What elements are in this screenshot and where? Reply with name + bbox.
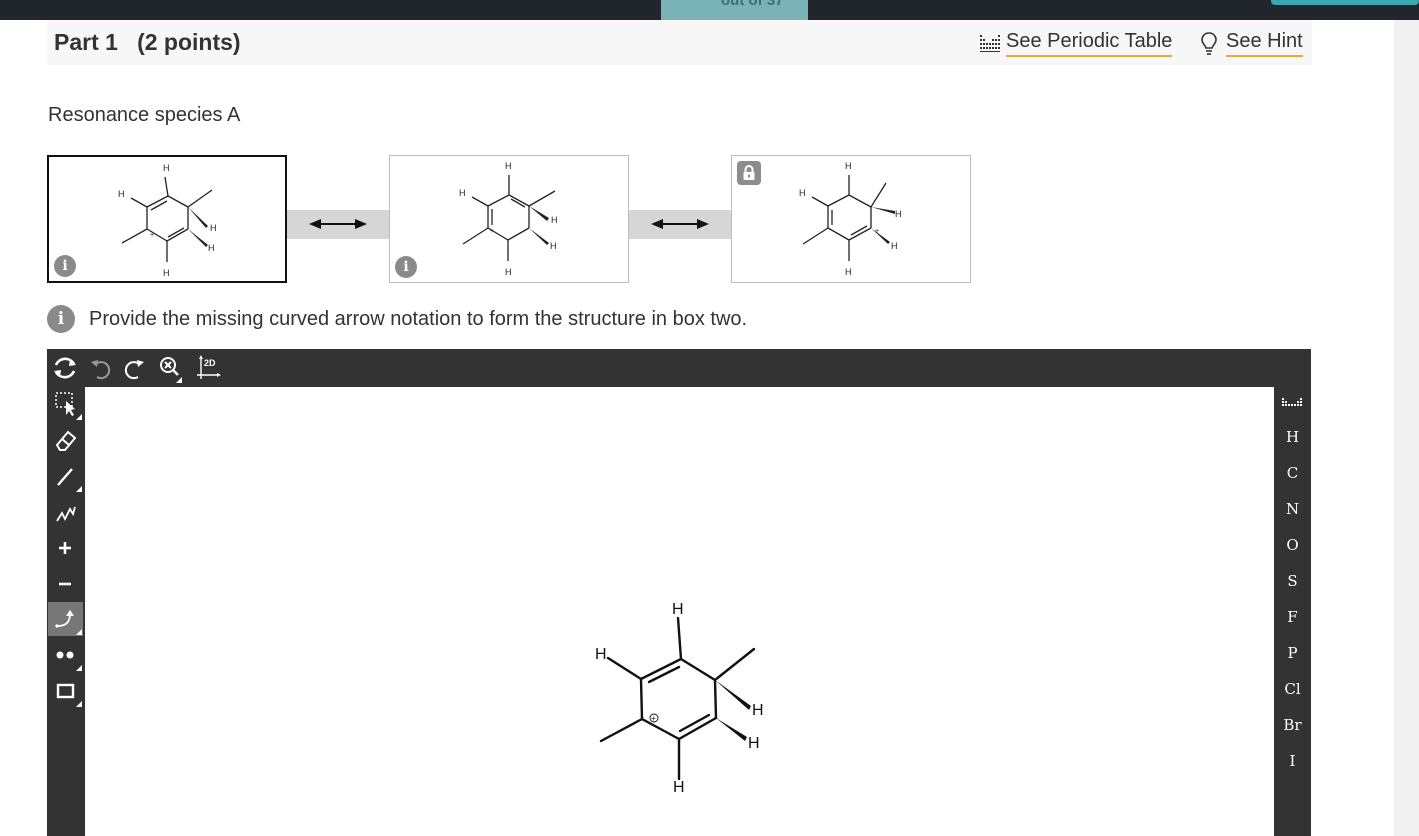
structure-2-drawing: H H H H H +: [459, 161, 558, 277]
atom-label: H: [208, 243, 215, 253]
atom-label: H: [748, 735, 760, 752]
atom-label: H: [551, 215, 558, 225]
chain-icon[interactable]: [48, 495, 83, 529]
atom-label: H: [163, 163, 170, 173]
see-hint-link[interactable]: See Hint: [1200, 28, 1303, 58]
structure-box-1[interactable]: H H H H H + i: [47, 155, 287, 283]
info-icon[interactable]: i: [47, 305, 75, 333]
resonance-species-label: Resonance species A: [48, 104, 241, 126]
see-periodic-table-link[interactable]: See Periodic Table: [979, 28, 1173, 58]
charge-label: +: [490, 228, 494, 235]
periodic-table-icon: [980, 35, 1000, 52]
resonance-connector-2: [629, 210, 731, 239]
charge-label: +: [150, 232, 154, 239]
2d-label: 2D: [204, 358, 216, 368]
atom-label: H: [672, 601, 684, 618]
lightbulb-icon: [1201, 32, 1217, 55]
atom-label: H: [595, 646, 607, 663]
drawing-canvas[interactable]: H H H H H +: [85, 387, 1274, 836]
part-header: Part 1 (2 points) See Periodic Table See…: [47, 20, 1312, 65]
atom-label: H: [550, 241, 557, 251]
charge-label: +: [651, 714, 656, 723]
double-headed-arrow-icon: [651, 219, 709, 229]
top-toolbar: 2D: [47, 349, 1311, 385]
element-toolbar: H C N O S F P Cl Br I: [1274, 385, 1311, 836]
canvas-molecule: H H H H H +: [595, 601, 764, 796]
structure-1-drawing: H H H H H +: [118, 163, 217, 278]
bond-icon[interactable]: [48, 459, 83, 493]
atom-label: H: [163, 268, 170, 278]
structure-box-3[interactable]: H H H H H +: [731, 155, 971, 283]
structure-box-2[interactable]: H H H H H + i: [389, 155, 629, 283]
left-toolbar: [47, 385, 85, 836]
atom-label: H: [891, 241, 898, 251]
periodic-table-label: See Periodic Table: [1006, 30, 1173, 57]
atom-label: H: [845, 267, 852, 277]
atom-label: H: [845, 161, 852, 171]
refresh-icon[interactable]: [50, 353, 80, 383]
instruction-text: Provide the missing curved arrow notatio…: [89, 307, 748, 330]
info-icon[interactable]: i: [54, 255, 76, 277]
hint-label: See Hint: [1226, 30, 1303, 57]
shape-icon[interactable]: [48, 674, 83, 708]
info-icon[interactable]: i: [395, 256, 417, 278]
element-button[interactable]: P: [1274, 638, 1311, 668]
zoom-icon[interactable]: [155, 353, 185, 383]
part-title: Part 1 (2 points): [54, 29, 241, 55]
2d-clean-icon[interactable]: 2D: [195, 353, 225, 383]
lock-icon: [737, 161, 761, 185]
atom-label: H: [459, 188, 466, 198]
element-button[interactable]: Cl: [1274, 674, 1311, 704]
charge-label: +: [875, 228, 879, 235]
atom-label: H: [505, 161, 512, 171]
resonance-connector-1: [287, 210, 389, 239]
charge-plus-icon[interactable]: [48, 531, 83, 565]
structure-3-drawing: H H H H H +: [799, 161, 902, 277]
select-icon[interactable]: [48, 387, 83, 421]
atom-label: H: [505, 267, 512, 277]
atom-label: H: [210, 223, 217, 233]
atom-label: H: [752, 702, 764, 719]
element-button[interactable]: H: [1274, 422, 1311, 452]
atom-label: H: [799, 188, 806, 198]
redo-icon[interactable]: [120, 353, 150, 383]
element-button[interactable]: N: [1274, 494, 1311, 524]
score-label: score: [671, 0, 698, 1]
element-button[interactable]: S: [1274, 566, 1311, 596]
top-right-button[interactable]: [1271, 0, 1419, 5]
score-value: out of 37: [721, 0, 784, 9]
undo-icon[interactable]: [85, 353, 115, 383]
element-button[interactable]: I: [1274, 746, 1311, 776]
element-button[interactable]: F: [1274, 602, 1311, 632]
element-button[interactable]: O: [1274, 530, 1311, 560]
periodic-table-icon[interactable]: [1274, 387, 1311, 417]
atom-label: H: [118, 189, 125, 199]
lone-pair-icon[interactable]: [48, 638, 83, 672]
eraser-icon[interactable]: [48, 423, 83, 457]
scrollbar-track[interactable]: [1394, 20, 1419, 836]
atom-label: H: [895, 209, 902, 219]
element-button[interactable]: Br: [1274, 710, 1311, 740]
instruction-row: i Provide the missing curved arrow notat…: [47, 305, 747, 333]
drawing-editor: 2D H H H H H + H C N O S F P Cl Br I: [47, 349, 1311, 836]
curved-arrow-icon[interactable]: [48, 602, 83, 636]
element-button[interactable]: C: [1274, 458, 1311, 488]
double-headed-arrow-icon: [309, 219, 367, 229]
charge-minus-icon[interactable]: [48, 567, 83, 601]
atom-label: H: [673, 779, 685, 796]
